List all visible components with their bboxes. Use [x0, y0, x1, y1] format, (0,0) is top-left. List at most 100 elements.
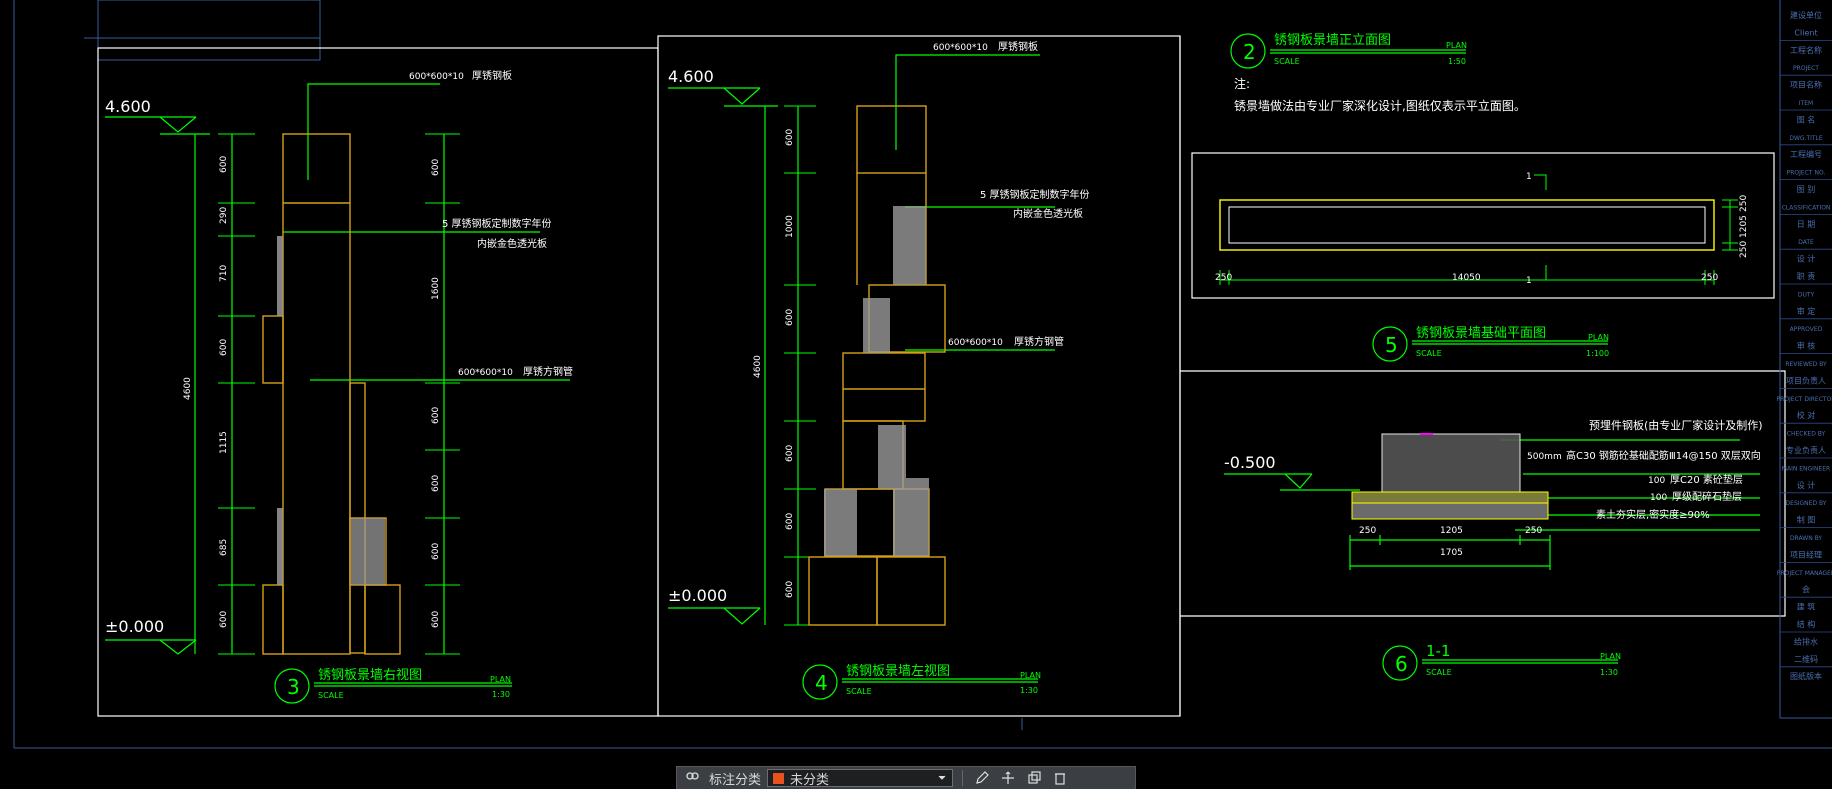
cad-drawing-canvas[interactable]: 4.600 ±0.000 4600 600 290 710 600 1115 6…	[0, 0, 1832, 789]
title-block-field: PROJECT MANAGER	[1777, 570, 1832, 577]
title-block-field: CHECKED BY	[1787, 431, 1826, 438]
d4-total-dim: 4600	[753, 355, 763, 378]
d4-ratio: 1:30	[1020, 686, 1038, 695]
drawing-3-hatching	[277, 236, 385, 585]
d5-dim-h1: 250	[1739, 195, 1749, 212]
d3-scale: SCALE	[318, 691, 344, 700]
d4-level-top: 4.600	[668, 67, 714, 86]
title-block-field: 审 核	[1797, 341, 1816, 351]
d3-callout-plate-size: 600*600*10	[409, 72, 464, 82]
d3-dim-right-5: 600	[431, 543, 441, 560]
d4-dim-left-4: 600	[785, 445, 795, 462]
d6-note-gravel-num: 100	[1650, 493, 1667, 503]
d5-scale: SCALE	[1416, 349, 1442, 358]
drawing-3-title-block: 3 锈钢板景墙右视图 PLAN SCALE 1:30	[274, 668, 512, 704]
d3-dim-right-6: 600	[431, 611, 441, 628]
d3-dim-right-4: 600	[431, 475, 441, 492]
drawing-4-hatching	[824, 206, 929, 556]
layers-icon[interactable]	[683, 769, 703, 787]
d6-ratio: 1:30	[1600, 668, 1618, 677]
move-icon[interactable]	[998, 769, 1018, 787]
title-block-field: PROJECT NO.	[1787, 170, 1826, 177]
title-block-field: CLASSIFICATION	[1782, 204, 1831, 211]
d2-note-text: 锈景墙做法由专业厂家深化设计,图纸仅表示平立面图。	[1234, 98, 1526, 113]
title-block-field: 结 构	[1797, 619, 1816, 629]
copy-icon[interactable]	[1024, 769, 1044, 787]
d3-dim-left-4: 600	[219, 339, 229, 356]
viewport-5-frame	[1191, 152, 1775, 299]
title-block-field: 设 计	[1797, 480, 1816, 490]
title-block-field: 建 筑	[1797, 602, 1816, 612]
d5-dim-h2: 1205	[1739, 215, 1749, 238]
title-block-field: 建设单位	[1790, 10, 1822, 20]
title-block-field: DUTY	[1798, 291, 1815, 298]
d5-plan: PLAN	[1588, 333, 1609, 342]
d4-callout-plate: 厚锈钢板	[998, 40, 1038, 53]
annotation-toolbar: 标注分类 未分类	[676, 766, 1136, 789]
d3-callout-plate: 厚锈钢板	[472, 69, 512, 82]
viewport-4-frame	[657, 35, 1181, 717]
d3-dim-right-1: 600	[431, 159, 441, 176]
title-block-field: PROJECT DIRECTOR	[1777, 396, 1832, 403]
d5-ratio: 1:100	[1586, 349, 1609, 358]
sheet-border	[13, 0, 1832, 749]
foundation-block	[1381, 433, 1521, 493]
title-block-field: 工程名称	[1790, 45, 1822, 55]
toolbar-separator	[962, 770, 964, 786]
d6-dim-c: 250	[1525, 526, 1542, 536]
category-color-swatch	[773, 772, 785, 784]
title-block-field: 项目名称	[1790, 80, 1822, 90]
d3-level-bottom: ±0.000	[105, 617, 164, 636]
d5-title: 锈钢板景墙基础平面图	[1416, 326, 1546, 341]
dropdown-chevron-icon	[937, 769, 947, 787]
title-block-field: 专业负责人	[1786, 445, 1826, 455]
title-block-field: DATE	[1798, 239, 1814, 246]
title-block-field: 会	[1802, 584, 1810, 594]
d4-callout-number-1: 5 厚锈钢板定制数字年份	[980, 188, 1090, 201]
title-block-field: 设 计	[1797, 254, 1816, 264]
erase-icon[interactable]	[1050, 769, 1070, 787]
title-block-field: APPROVED	[1790, 326, 1823, 333]
d5-dim-h3: 250	[1739, 241, 1749, 258]
title-block-field: ITEM	[1799, 100, 1813, 107]
annotation-category-label: 标注分类	[709, 772, 762, 788]
d3-ratio: 1:30	[492, 690, 510, 699]
d3-title: 锈钢板景墙右视图	[318, 668, 422, 683]
title-block-field: MAIN ENGINEER	[1782, 465, 1830, 472]
title-block-field: DESIGNED BY	[1786, 500, 1827, 507]
category-select-value: 未分类	[790, 772, 830, 788]
d6-note-gravel: 厚级配碎石垫层	[1672, 490, 1742, 503]
title-block-field: 项目负责人	[1786, 375, 1826, 385]
title-block-field: DRAWN BY	[1790, 535, 1822, 542]
title-block-field: 给排水	[1794, 636, 1818, 646]
title-block-field: CIient	[1794, 28, 1817, 37]
d3-dim-right-3: 600	[431, 407, 441, 424]
d4-dim-left-5: 600	[785, 513, 795, 530]
d6-number: 6	[1395, 652, 1408, 676]
category-select[interactable]: 未分类	[767, 769, 954, 788]
d6-level: -0.500	[1224, 453, 1276, 472]
title-block-field: 图 名	[1797, 114, 1816, 124]
d5-dim-left: 250	[1215, 273, 1232, 283]
d3-dim-left-3: 710	[219, 265, 229, 282]
d6-note-soil: 素土夯实层,密实度≥90%	[1596, 508, 1710, 521]
d4-dim-left-2: 1000	[785, 215, 795, 238]
pen-icon[interactable]	[972, 769, 992, 787]
gravel-layer	[1351, 502, 1549, 520]
d6-note-500: 500mm	[1527, 452, 1562, 462]
title-block-field: 二维码	[1794, 654, 1818, 664]
d2-plan: PLAN	[1446, 41, 1467, 50]
d4-plan: PLAN	[1020, 671, 1041, 680]
d2-scale: SCALE	[1274, 57, 1300, 66]
d6-title: 1-1	[1426, 642, 1451, 660]
title-block-field: DWG.TITLE	[1789, 135, 1823, 142]
d6-note-top: 预埋件钢板(由专业厂家设计及制作)	[1589, 418, 1763, 432]
title-block-field: 图 别	[1797, 185, 1816, 194]
d3-total-dim: 4600	[183, 377, 193, 400]
title-block-field: 审 定	[1797, 306, 1816, 316]
d4-callout-tube-size: 600*600*10	[948, 338, 1003, 348]
viewport-frames	[97, 35, 1786, 717]
d4-number: 4	[815, 671, 828, 695]
d3-dim-left-7: 600	[219, 611, 229, 628]
d6-dim-b: 1205	[1440, 526, 1463, 536]
